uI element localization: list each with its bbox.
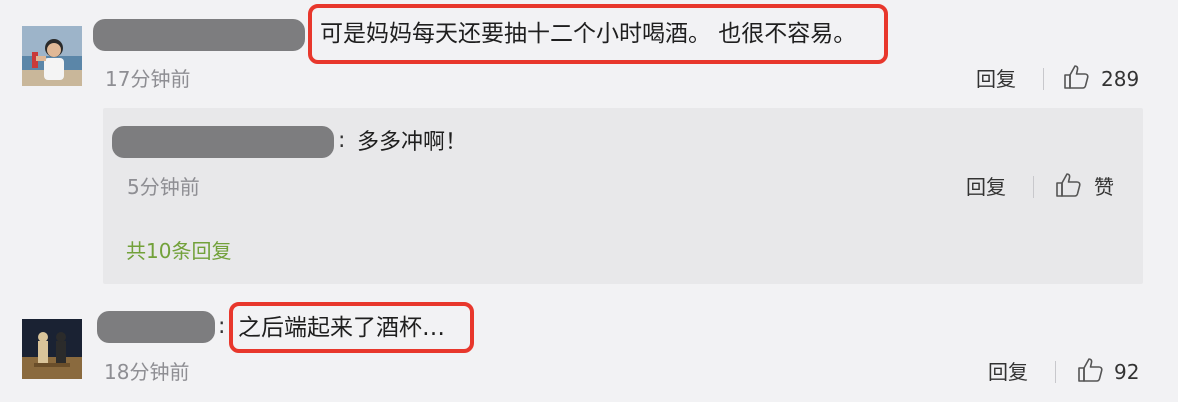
action-divider	[1055, 361, 1056, 383]
avatar[interactable]	[22, 26, 82, 86]
colon-separator: :	[218, 314, 226, 339]
reply-time: 5分钟前	[127, 175, 200, 199]
reply-button[interactable]: 回复	[988, 359, 1028, 385]
username-redacted[interactable]	[112, 126, 334, 158]
reply-text: 多多冲啊！	[357, 130, 468, 155]
comment-text: 之后端起来了酒杯…	[238, 315, 445, 341]
thumbs-up-icon[interactable]	[1063, 63, 1091, 91]
reply-button[interactable]: 回复	[966, 174, 1006, 200]
thumbs-up-icon[interactable]	[1077, 356, 1105, 384]
thumbs-up-icon[interactable]	[1055, 171, 1083, 199]
comment-text: 可是妈妈每天还要抽十二个小时喝酒。 也很不容易。	[320, 21, 857, 47]
like-button[interactable]: 赞	[1094, 174, 1114, 200]
action-divider	[1033, 176, 1034, 198]
reply-button[interactable]: 回复	[976, 66, 1016, 92]
username-redacted[interactable]	[97, 311, 215, 343]
like-count: 92	[1114, 360, 1140, 384]
comment-time: 18分钟前	[104, 360, 190, 384]
colon-separator: :	[338, 128, 346, 153]
like-count: 289	[1101, 67, 1140, 91]
username-redacted[interactable]	[93, 19, 305, 51]
action-divider	[1043, 68, 1044, 90]
avatar[interactable]	[22, 319, 82, 379]
comment-time: 17分钟前	[105, 67, 191, 91]
more-replies-link[interactable]: 共10条回复	[126, 238, 231, 264]
